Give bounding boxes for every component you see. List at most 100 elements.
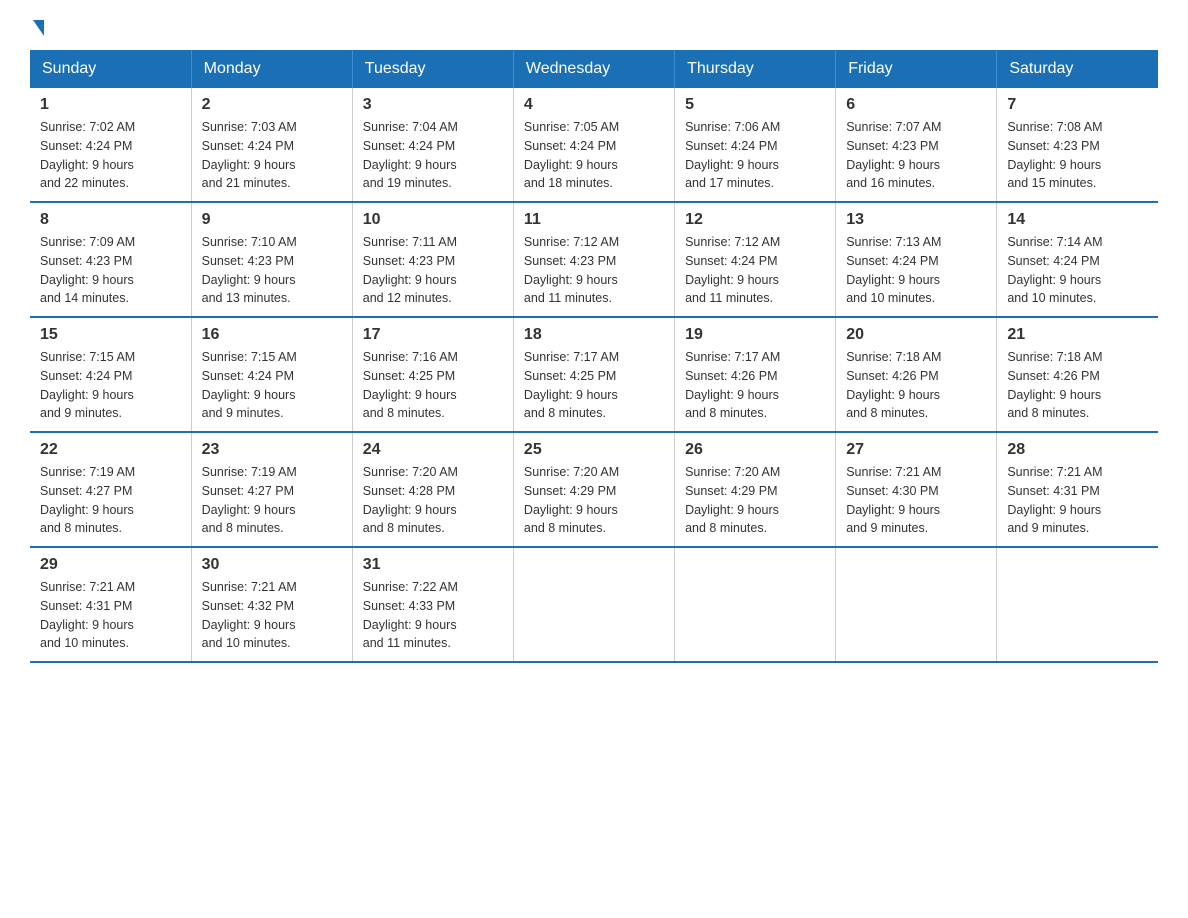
calendar-header: SundayMondayTuesdayWednesdayThursdayFrid… — [30, 50, 1158, 88]
day-of-week-tuesday: Tuesday — [352, 50, 513, 88]
day-number: 2 — [202, 96, 342, 114]
calendar-cell — [836, 547, 997, 662]
day-number: 24 — [363, 441, 503, 459]
day-number: 6 — [846, 96, 986, 114]
day-info: Sunrise: 7:12 AM Sunset: 4:23 PM Dayligh… — [524, 233, 664, 308]
calendar-table: SundayMondayTuesdayWednesdayThursdayFrid… — [30, 50, 1158, 663]
calendar-cell: 2 Sunrise: 7:03 AM Sunset: 4:24 PM Dayli… — [191, 88, 352, 202]
calendar-cell: 15 Sunrise: 7:15 AM Sunset: 4:24 PM Dayl… — [30, 317, 191, 432]
day-number: 4 — [524, 96, 664, 114]
week-row-3: 15 Sunrise: 7:15 AM Sunset: 4:24 PM Dayl… — [30, 317, 1158, 432]
calendar-cell: 13 Sunrise: 7:13 AM Sunset: 4:24 PM Dayl… — [836, 202, 997, 317]
day-number: 26 — [685, 441, 825, 459]
calendar-cell: 18 Sunrise: 7:17 AM Sunset: 4:25 PM Dayl… — [513, 317, 674, 432]
day-info: Sunrise: 7:20 AM Sunset: 4:29 PM Dayligh… — [685, 463, 825, 538]
day-info: Sunrise: 7:21 AM Sunset: 4:31 PM Dayligh… — [40, 578, 181, 653]
week-row-4: 22 Sunrise: 7:19 AM Sunset: 4:27 PM Dayl… — [30, 432, 1158, 547]
day-info: Sunrise: 7:21 AM Sunset: 4:30 PM Dayligh… — [846, 463, 986, 538]
day-number: 1 — [40, 96, 181, 114]
day-of-week-sunday: Sunday — [30, 50, 191, 88]
day-of-week-friday: Friday — [836, 50, 997, 88]
day-info: Sunrise: 7:21 AM Sunset: 4:32 PM Dayligh… — [202, 578, 342, 653]
day-info: Sunrise: 7:14 AM Sunset: 4:24 PM Dayligh… — [1007, 233, 1148, 308]
day-number: 22 — [40, 441, 181, 459]
day-number: 20 — [846, 326, 986, 344]
day-of-week-monday: Monday — [191, 50, 352, 88]
day-number: 25 — [524, 441, 664, 459]
day-number: 23 — [202, 441, 342, 459]
calendar-cell: 3 Sunrise: 7:04 AM Sunset: 4:24 PM Dayli… — [352, 88, 513, 202]
week-row-2: 8 Sunrise: 7:09 AM Sunset: 4:23 PM Dayli… — [30, 202, 1158, 317]
calendar-cell: 10 Sunrise: 7:11 AM Sunset: 4:23 PM Dayl… — [352, 202, 513, 317]
day-number: 28 — [1007, 441, 1148, 459]
day-info: Sunrise: 7:06 AM Sunset: 4:24 PM Dayligh… — [685, 118, 825, 193]
calendar-cell: 19 Sunrise: 7:17 AM Sunset: 4:26 PM Dayl… — [675, 317, 836, 432]
calendar-cell: 23 Sunrise: 7:19 AM Sunset: 4:27 PM Dayl… — [191, 432, 352, 547]
day-info: Sunrise: 7:17 AM Sunset: 4:25 PM Dayligh… — [524, 348, 664, 423]
day-info: Sunrise: 7:07 AM Sunset: 4:23 PM Dayligh… — [846, 118, 986, 193]
day-number: 31 — [363, 556, 503, 574]
calendar-cell: 11 Sunrise: 7:12 AM Sunset: 4:23 PM Dayl… — [513, 202, 674, 317]
day-info: Sunrise: 7:22 AM Sunset: 4:33 PM Dayligh… — [363, 578, 503, 653]
day-info: Sunrise: 7:13 AM Sunset: 4:24 PM Dayligh… — [846, 233, 986, 308]
day-number: 30 — [202, 556, 342, 574]
calendar-cell: 29 Sunrise: 7:21 AM Sunset: 4:31 PM Dayl… — [30, 547, 191, 662]
day-number: 5 — [685, 96, 825, 114]
day-number: 18 — [524, 326, 664, 344]
day-info: Sunrise: 7:10 AM Sunset: 4:23 PM Dayligh… — [202, 233, 342, 308]
calendar-cell: 12 Sunrise: 7:12 AM Sunset: 4:24 PM Dayl… — [675, 202, 836, 317]
day-info: Sunrise: 7:17 AM Sunset: 4:26 PM Dayligh… — [685, 348, 825, 423]
calendar-cell: 9 Sunrise: 7:10 AM Sunset: 4:23 PM Dayli… — [191, 202, 352, 317]
calendar-cell: 17 Sunrise: 7:16 AM Sunset: 4:25 PM Dayl… — [352, 317, 513, 432]
day-info: Sunrise: 7:08 AM Sunset: 4:23 PM Dayligh… — [1007, 118, 1148, 193]
calendar-cell: 25 Sunrise: 7:20 AM Sunset: 4:29 PM Dayl… — [513, 432, 674, 547]
day-info: Sunrise: 7:03 AM Sunset: 4:24 PM Dayligh… — [202, 118, 342, 193]
day-info: Sunrise: 7:02 AM Sunset: 4:24 PM Dayligh… — [40, 118, 181, 193]
day-info: Sunrise: 7:09 AM Sunset: 4:23 PM Dayligh… — [40, 233, 181, 308]
day-number: 27 — [846, 441, 986, 459]
days-of-week-row: SundayMondayTuesdayWednesdayThursdayFrid… — [30, 50, 1158, 88]
day-number: 13 — [846, 211, 986, 229]
day-of-week-wednesday: Wednesday — [513, 50, 674, 88]
page-header — [30, 20, 1158, 32]
day-info: Sunrise: 7:20 AM Sunset: 4:28 PM Dayligh… — [363, 463, 503, 538]
day-number: 7 — [1007, 96, 1148, 114]
calendar-cell: 31 Sunrise: 7:22 AM Sunset: 4:33 PM Dayl… — [352, 547, 513, 662]
day-number: 14 — [1007, 211, 1148, 229]
day-number: 21 — [1007, 326, 1148, 344]
calendar-cell: 21 Sunrise: 7:18 AM Sunset: 4:26 PM Dayl… — [997, 317, 1158, 432]
day-info: Sunrise: 7:18 AM Sunset: 4:26 PM Dayligh… — [1007, 348, 1148, 423]
day-info: Sunrise: 7:15 AM Sunset: 4:24 PM Dayligh… — [40, 348, 181, 423]
calendar-cell: 14 Sunrise: 7:14 AM Sunset: 4:24 PM Dayl… — [997, 202, 1158, 317]
logo — [30, 20, 44, 32]
day-number: 17 — [363, 326, 503, 344]
calendar-cell: 27 Sunrise: 7:21 AM Sunset: 4:30 PM Dayl… — [836, 432, 997, 547]
calendar-cell: 6 Sunrise: 7:07 AM Sunset: 4:23 PM Dayli… — [836, 88, 997, 202]
calendar-cell: 16 Sunrise: 7:15 AM Sunset: 4:24 PM Dayl… — [191, 317, 352, 432]
day-info: Sunrise: 7:04 AM Sunset: 4:24 PM Dayligh… — [363, 118, 503, 193]
day-info: Sunrise: 7:21 AM Sunset: 4:31 PM Dayligh… — [1007, 463, 1148, 538]
calendar-cell: 30 Sunrise: 7:21 AM Sunset: 4:32 PM Dayl… — [191, 547, 352, 662]
calendar-cell: 5 Sunrise: 7:06 AM Sunset: 4:24 PM Dayli… — [675, 88, 836, 202]
calendar-cell: 28 Sunrise: 7:21 AM Sunset: 4:31 PM Dayl… — [997, 432, 1158, 547]
calendar-cell: 4 Sunrise: 7:05 AM Sunset: 4:24 PM Dayli… — [513, 88, 674, 202]
day-info: Sunrise: 7:15 AM Sunset: 4:24 PM Dayligh… — [202, 348, 342, 423]
week-row-1: 1 Sunrise: 7:02 AM Sunset: 4:24 PM Dayli… — [30, 88, 1158, 202]
day-number: 12 — [685, 211, 825, 229]
day-info: Sunrise: 7:11 AM Sunset: 4:23 PM Dayligh… — [363, 233, 503, 308]
day-number: 9 — [202, 211, 342, 229]
day-number: 3 — [363, 96, 503, 114]
calendar-cell: 24 Sunrise: 7:20 AM Sunset: 4:28 PM Dayl… — [352, 432, 513, 547]
calendar-cell: 1 Sunrise: 7:02 AM Sunset: 4:24 PM Dayli… — [30, 88, 191, 202]
calendar-cell — [997, 547, 1158, 662]
day-number: 8 — [40, 211, 181, 229]
calendar-body: 1 Sunrise: 7:02 AM Sunset: 4:24 PM Dayli… — [30, 88, 1158, 662]
day-info: Sunrise: 7:05 AM Sunset: 4:24 PM Dayligh… — [524, 118, 664, 193]
day-info: Sunrise: 7:20 AM Sunset: 4:29 PM Dayligh… — [524, 463, 664, 538]
calendar-cell: 22 Sunrise: 7:19 AM Sunset: 4:27 PM Dayl… — [30, 432, 191, 547]
day-number: 15 — [40, 326, 181, 344]
day-of-week-saturday: Saturday — [997, 50, 1158, 88]
calendar-cell — [513, 547, 674, 662]
calendar-cell: 8 Sunrise: 7:09 AM Sunset: 4:23 PM Dayli… — [30, 202, 191, 317]
day-info: Sunrise: 7:19 AM Sunset: 4:27 PM Dayligh… — [40, 463, 181, 538]
